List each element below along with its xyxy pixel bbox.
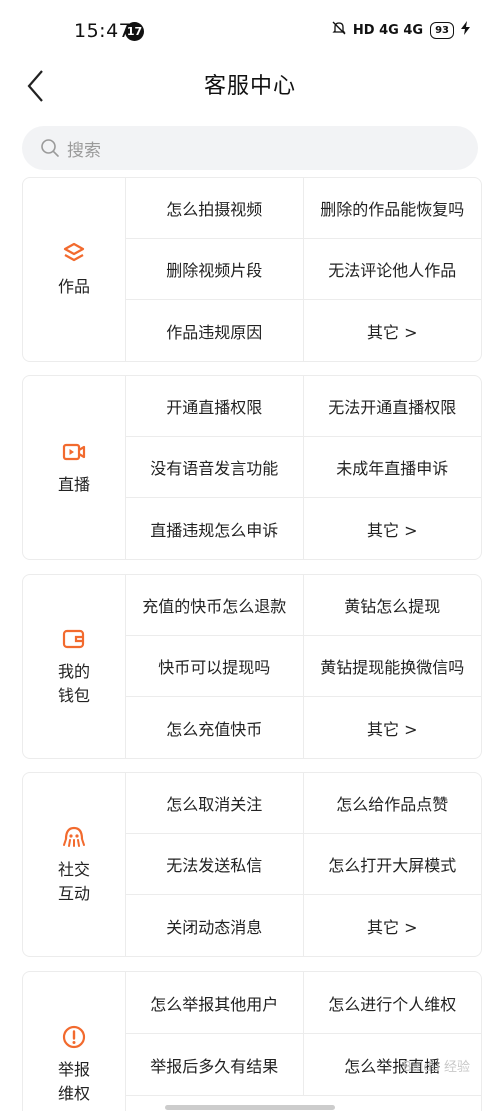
- section-label: 我的 钱包: [23, 575, 126, 758]
- faq-item[interactable]: 无法开通直播权限: [303, 376, 481, 437]
- faq-item[interactable]: 黄钻怎么提现: [303, 575, 481, 636]
- search-input[interactable]: 搜索: [22, 126, 478, 170]
- network-indicators: HD 4G 4G: [352, 22, 424, 38]
- section-name: 作品: [57, 276, 90, 296]
- faq-item[interactable]: 无法评论他人作品: [303, 239, 481, 300]
- section-label: 直播: [23, 376, 126, 559]
- more-link[interactable]: 其它 >: [304, 498, 482, 559]
- faq-item[interactable]: 充值的快币怎么退款: [126, 575, 304, 636]
- faq-item[interactable]: 删除的作品能恢复吗: [303, 178, 481, 239]
- faq-item[interactable]: 怎么充值快币: [126, 697, 304, 758]
- section-label: 作品: [23, 178, 126, 361]
- social-icon: [63, 826, 85, 847]
- faq-item[interactable]: 怎么打开大屏模式: [303, 834, 481, 895]
- faq-item[interactable]: 怎么举报其他用户: [126, 972, 304, 1034]
- live-camera-icon: [62, 443, 86, 460]
- faq-item[interactable]: 关闭动态消息: [126, 895, 304, 956]
- faq-item[interactable]: 黄钻提现能换微信吗: [303, 636, 481, 697]
- nav-bar: 客服中心: [0, 62, 500, 122]
- faq-item[interactable]: 直播违规怎么申诉: [126, 498, 304, 559]
- faq-item[interactable]: 举报后多久有结果: [126, 1034, 304, 1096]
- charging-icon: [461, 21, 470, 39]
- faq-item[interactable]: 怎么进行个人维权: [303, 972, 481, 1034]
- section-label: 社交 互动: [23, 773, 126, 956]
- more-link[interactable]: 其它 >: [304, 895, 482, 956]
- faq-item[interactable]: 怎么取消关注: [126, 773, 304, 834]
- section-label: 举报 维权: [23, 972, 126, 1111]
- faq-item[interactable]: 作品违规原因: [126, 300, 304, 361]
- faq-grid: 充值的快币怎么退款 黄钻怎么提现 快币可以提现吗 黄钻提现能换微信吗 怎么充值快…: [126, 575, 481, 758]
- faq-item[interactable]: 怎么给作品点赞: [303, 773, 481, 834]
- home-indicator[interactable]: [165, 1105, 335, 1110]
- faq-grid: 怎么举报其他用户 怎么进行个人维权 举报后多久有结果 怎么举报直播: [126, 972, 481, 1111]
- status-indicators: HD 4G 4G 93: [332, 21, 470, 39]
- more-link[interactable]: 其它 >: [304, 697, 482, 758]
- notification-badge: 17: [125, 22, 144, 41]
- watermark: Baidu 经验: [402, 1060, 470, 1075]
- section-name: 直播: [57, 474, 90, 494]
- section-name: 我的 钱包: [57, 661, 90, 705]
- faq-item[interactable]: 删除视频片段: [126, 239, 304, 300]
- faq-item[interactable]: 未成年直播申诉: [303, 437, 481, 498]
- faq-item[interactable]: 无法发送私信: [126, 834, 304, 895]
- faq-item[interactable]: 开通直播权限: [126, 376, 304, 437]
- more-link[interactable]: 其它 >: [304, 300, 482, 361]
- faq-item[interactable]: 没有语音发言功能: [126, 437, 304, 498]
- faq-item[interactable]: 怎么拍摄视频: [126, 178, 304, 239]
- status-bar: 15:47 17 HD 4G 4G 93: [0, 0, 500, 62]
- page-title: 客服中心: [203, 74, 296, 99]
- battery-icon: 93: [430, 21, 454, 39]
- search-placeholder: 搜索: [67, 140, 101, 161]
- section-live: 直播 开通直播权限 无法开通直播权限 没有语音发言功能 未成年直播申诉 直播违规…: [22, 375, 482, 560]
- section-name: 社交 互动: [57, 859, 90, 903]
- layers-icon: [63, 242, 85, 261]
- section-name: 举报 维权: [57, 1060, 90, 1103]
- faq-grid: 开通直播权限 无法开通直播权限 没有语音发言功能 未成年直播申诉 直播违规怎么申…: [126, 376, 481, 559]
- faq-grid: 怎么拍摄视频 删除的作品能恢复吗 删除视频片段 无法评论他人作品 作品违规原因 …: [126, 178, 481, 361]
- status-time: 15:47: [74, 20, 132, 42]
- section-social: 社交 互动 怎么取消关注 怎么给作品点赞 无法发送私信 怎么打开大屏模式 关闭动…: [22, 772, 482, 957]
- section-wallet: 我的 钱包 充值的快币怎么退款 黄钻怎么提现 快币可以提现吗 黄钻提现能换微信吗…: [22, 574, 482, 759]
- search-icon: [41, 139, 59, 157]
- section-report: 举报 维权 怎么举报其他用户 怎么进行个人维权 举报后多久有结果 怎么举报直播: [22, 971, 482, 1111]
- section-works: 作品 怎么拍摄视频 删除的作品能恢复吗 删除视频片段 无法评论他人作品 作品违规…: [22, 177, 482, 362]
- faq-item[interactable]: 快币可以提现吗: [126, 636, 304, 697]
- alert-icon: [62, 1025, 86, 1049]
- mute-icon: [332, 21, 346, 39]
- wallet-icon: [62, 629, 85, 648]
- faq-grid: 怎么取消关注 怎么给作品点赞 无法发送私信 怎么打开大屏模式 关闭动态消息 其它…: [126, 773, 481, 956]
